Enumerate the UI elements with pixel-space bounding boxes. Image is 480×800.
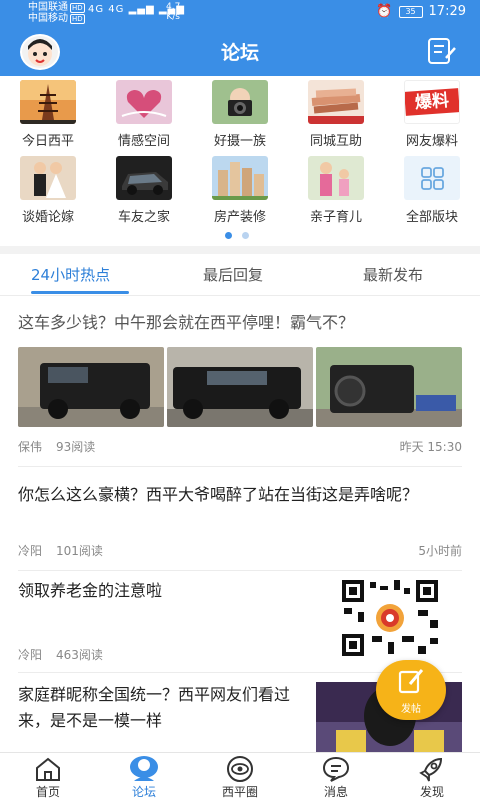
- category-tanhun-lunjia[interactable]: 谈婚论嫁: [0, 156, 96, 228]
- post-image[interactable]: [316, 347, 462, 427]
- rocket-icon: [384, 755, 480, 783]
- page-dot-active: [225, 232, 232, 239]
- edit-note-icon: [428, 38, 456, 64]
- post-meta: 冷阳 101阅读 5小时前: [18, 542, 462, 559]
- divider: [18, 570, 462, 571]
- post-title: 家庭群昵称全国统一？西平网友们看过来，是不是一模一样: [18, 685, 291, 730]
- nav-discover[interactable]: 发现: [384, 755, 480, 800]
- nav-messages[interactable]: 消息: [288, 755, 384, 800]
- home-icon: [0, 755, 96, 783]
- baoliao-badge-icon: 爆料: [404, 80, 460, 124]
- feed-tabs: 24小时热点 最后回复 最新发布: [0, 256, 480, 296]
- category-label: 亲子育儿: [309, 210, 362, 225]
- carrier-info: 中国联通 HD 中国移动 HD: [28, 2, 85, 24]
- post-author: 冷阳: [18, 648, 43, 662]
- category-quanbu-bankuai[interactable]: 全部版块: [384, 156, 480, 228]
- couple-photo-icon: [20, 156, 76, 200]
- category-tongcheng-huzhu[interactable]: 同城互助: [288, 80, 384, 152]
- category-cheyou-zhijia[interactable]: 车友之家: [96, 156, 192, 228]
- tab-24h-hot[interactable]: 24小时热点: [31, 264, 110, 285]
- status-bar: 中国联通 HD 中国移动 HD 4G 4G ▂▄▆ ▂▄▆ 4.7 K/s ⏰ 35…: [0, 0, 480, 26]
- battery-icon: 35: [398, 5, 423, 18]
- category-haoshe-yizu[interactable]: 好摄一族: [192, 80, 288, 152]
- grid-icon: [404, 156, 460, 200]
- nav-home[interactable]: 首页: [0, 755, 96, 800]
- category-label: 同城互助: [309, 134, 362, 149]
- page-indicator: [225, 232, 249, 239]
- carrier-2: 中国移动: [28, 13, 68, 24]
- hands-photo-icon: [308, 80, 364, 124]
- post-item[interactable]: 领取养老金的注意啦: [18, 578, 308, 604]
- pagoda-photo-icon: [20, 80, 76, 124]
- post-views: 463阅读: [56, 648, 103, 662]
- category-label: 网友爆料: [405, 134, 458, 149]
- post-author: 冷阳: [18, 544, 43, 558]
- category-label: 车友之家: [117, 210, 170, 225]
- category-jinri-xiping[interactable]: 今日西平: [0, 80, 96, 152]
- pencil-note-icon: [398, 669, 424, 694]
- post-time: 5小时前: [418, 544, 462, 558]
- nav-forum[interactable]: 论坛: [96, 755, 192, 800]
- category-label: 今日西平: [21, 134, 74, 149]
- carrier-1: 中国联通: [28, 2, 68, 13]
- section-divider: [0, 246, 480, 254]
- hd-badge: HD: [70, 3, 85, 13]
- category-label: 全部版块: [405, 210, 458, 225]
- compose-button[interactable]: [426, 36, 458, 66]
- post-views: 93阅读: [56, 440, 96, 454]
- new-post-label: 发帖: [401, 704, 421, 715]
- nav-xiping-circle[interactable]: 西平圈: [192, 755, 288, 800]
- post-item[interactable]: 你怎么这么豪横？西平大爷喝醉了站在当街这是弄啥呢？: [18, 482, 462, 508]
- post-image[interactable]: [167, 347, 313, 427]
- tab-newest[interactable]: 最新发布: [363, 264, 423, 285]
- post-title: 这车多少钱？中午那会就在西平停哩！霸气不？: [18, 313, 355, 332]
- tab-last-reply[interactable]: 最后回复: [203, 264, 263, 285]
- eye-circle-icon: [192, 755, 288, 783]
- category-qinzi-yuer[interactable]: 亲子育儿: [288, 156, 384, 228]
- post-author: 保伟: [18, 440, 43, 454]
- category-label: 好摄一族: [213, 134, 266, 149]
- post-item[interactable]: 家庭群昵称全国统一？西平网友们看过来，是不是一模一样: [18, 682, 308, 734]
- post-item[interactable]: 这车多少钱？中午那会就在西平停哩！霸气不？: [18, 310, 462, 336]
- post-image[interactable]: [18, 347, 164, 427]
- new-post-button[interactable]: 发帖: [376, 660, 446, 720]
- family-photo-icon: [308, 156, 364, 200]
- post-time: 昨天 15:30: [399, 440, 462, 454]
- category-qinggan-kongjian[interactable]: 情感空间: [96, 80, 192, 152]
- network-speed: 4.7 K/s: [166, 2, 181, 22]
- active-tab-indicator: [31, 291, 129, 294]
- alarm-icon: ⏰: [376, 4, 393, 19]
- category-wangyou-baoliao[interactable]: 爆料 网友爆料: [384, 80, 480, 152]
- message-icon: [288, 755, 384, 783]
- page-dot: [242, 232, 249, 239]
- category-fangchan-zhuangxiu[interactable]: 房产装修: [192, 156, 288, 228]
- category-label: 情感空间: [117, 134, 170, 149]
- post-title: 领取养老金的注意啦: [18, 581, 163, 600]
- post-title: 你怎么这么豪横？西平大爷喝醉了站在当街这是弄啥呢？: [18, 485, 419, 504]
- post-views: 101阅读: [56, 544, 103, 558]
- page-title: 论坛: [220, 42, 259, 64]
- divider: [18, 466, 462, 467]
- heart-book-photo-icon: [116, 80, 172, 124]
- bottom-navigation: 首页 论坛 西平圈 消息 发现: [0, 752, 480, 800]
- category-label: 谈婚论嫁: [21, 210, 74, 225]
- forum-icon: [96, 755, 192, 783]
- app-header: 论坛: [0, 26, 480, 76]
- clock: 17:29: [428, 4, 466, 19]
- buildings-photo-icon: [212, 156, 268, 200]
- category-label: 房产装修: [213, 210, 266, 225]
- hd-badge: HD: [70, 14, 85, 24]
- camera-photo-icon: [212, 80, 268, 124]
- post-meta: 保伟 93阅读 昨天 15:30: [18, 438, 462, 455]
- car-photo-icon: [116, 156, 172, 200]
